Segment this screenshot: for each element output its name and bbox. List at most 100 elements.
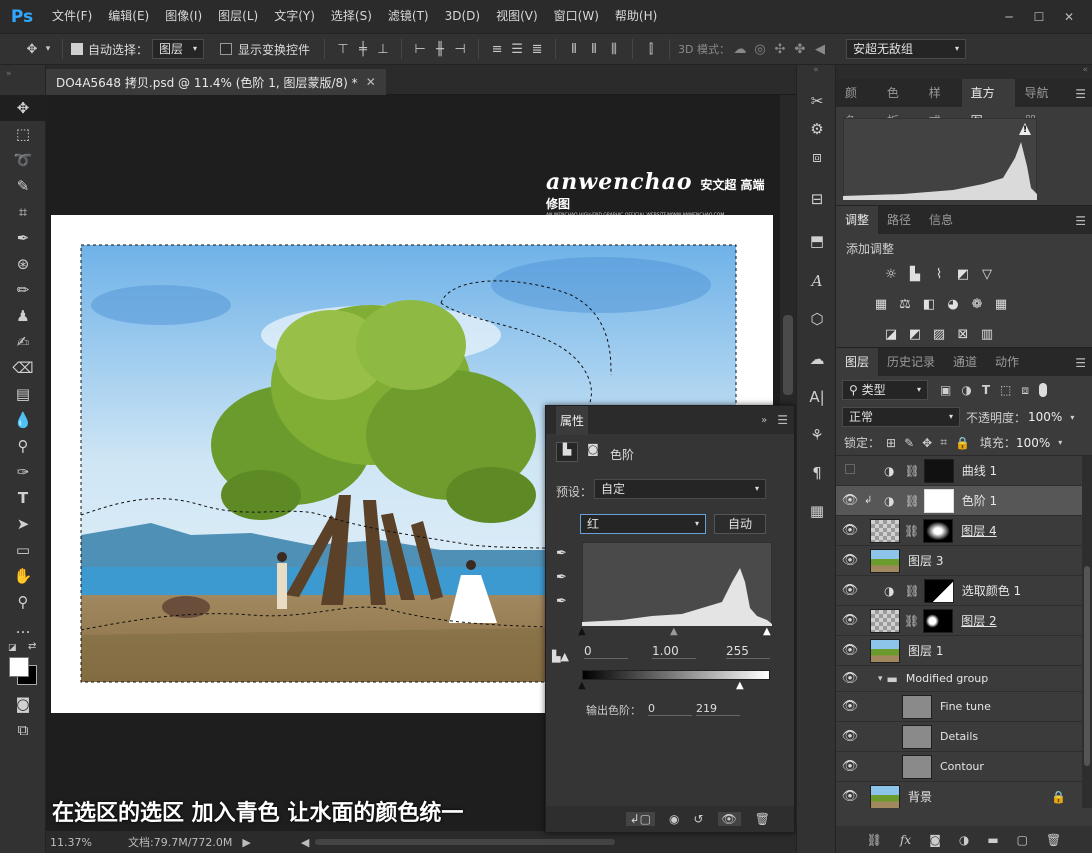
- layer-mask-thumb[interactable]: [923, 458, 954, 483]
- maximize-button[interactable]: ☐: [1024, 7, 1054, 27]
- new-adjustment-icon[interactable]: ◑: [959, 833, 969, 847]
- distribute-right-icon[interactable]: ⫼: [604, 39, 624, 59]
- 3d-icon[interactable]: ⬡: [797, 305, 837, 333]
- clone-stamp-tool-icon[interactable]: ♟: [0, 303, 46, 329]
- brush-settings-icon[interactable]: ⚙: [797, 115, 837, 143]
- link-layers-icon[interactable]: ⛓: [867, 833, 882, 847]
- align-bottom-icon[interactable]: ⊥: [373, 39, 393, 59]
- visibility-icon[interactable]: 👁: [836, 759, 864, 774]
- layer-row[interactable]: 👁 图层 3: [836, 546, 1092, 576]
- tab-actions[interactable]: 动作: [986, 348, 1028, 376]
- threshold-icon[interactable]: ▨: [928, 323, 950, 345]
- input-black-value[interactable]: 0: [584, 644, 628, 659]
- layer-mask-thumb[interactable]: [923, 608, 954, 633]
- align-vcenter-icon[interactable]: ╪: [353, 39, 373, 59]
- tab-history[interactable]: 历史记录: [878, 348, 944, 376]
- eraser-tool-icon[interactable]: ⌫: [0, 355, 46, 381]
- opacity-value[interactable]: 100%: [1028, 410, 1062, 424]
- quick-mask-icon[interactable]: ◙: [0, 691, 46, 717]
- menu-help[interactable]: 帮助(H): [607, 0, 665, 33]
- history-brush-tool-icon[interactable]: ✍: [0, 329, 46, 355]
- scroll-thumb[interactable]: [783, 315, 793, 395]
- black-white-icon[interactable]: ◧: [918, 293, 940, 315]
- layer-thumb[interactable]: [870, 608, 900, 633]
- align-hcenter-icon[interactable]: ╫: [430, 39, 450, 59]
- menu-file[interactable]: 文件(F): [44, 0, 100, 33]
- layer-row-selected[interactable]: 👁 ↲ ◑ ⛓ 色阶 1: [836, 486, 1092, 516]
- tool-presets-icon[interactable]: ⊟: [797, 185, 837, 213]
- glyphs-icon[interactable]: A: [797, 267, 837, 295]
- delete-layer-icon[interactable]: 🗑: [1046, 833, 1061, 847]
- collapse-panel-icon[interactable]: »: [761, 415, 767, 426]
- white-point-eyedropper-icon[interactable]: ✒: [556, 594, 567, 609]
- new-layer-icon[interactable]: ▢: [1017, 833, 1028, 847]
- menu-image[interactable]: 图像(I): [157, 0, 210, 33]
- visibility-icon[interactable]: 👁: [836, 729, 864, 744]
- layer-mask-thumb[interactable]: [923, 518, 954, 543]
- tab-paths[interactable]: 路径: [878, 206, 920, 234]
- horizontal-scrollbar[interactable]: [315, 839, 616, 845]
- posterize-icon[interactable]: ◩: [904, 323, 926, 345]
- output-white-value[interactable]: 219: [696, 702, 740, 716]
- crop-tool-icon[interactable]: ⌗: [0, 199, 46, 225]
- tab-navigator[interactable]: 导航器: [1015, 79, 1069, 128]
- visibility-icon[interactable]: 👁: [717, 812, 741, 826]
- gradient-tool-icon[interactable]: ▤: [0, 381, 46, 407]
- visibility-off-toggle[interactable]: [836, 463, 864, 478]
- fill-value[interactable]: 100%: [1016, 436, 1050, 450]
- color-lookup-icon[interactable]: ▦: [990, 293, 1012, 315]
- filter-shape-icon[interactable]: ⬚: [1000, 383, 1011, 397]
- output-black-slider[interactable]: ▲: [578, 680, 586, 691]
- visibility-icon[interactable]: 👁: [836, 643, 864, 658]
- default-colors-icon[interactable]: ◪: [8, 643, 17, 653]
- input-white-value[interactable]: 255: [726, 644, 770, 659]
- exposure-icon[interactable]: ◩: [952, 263, 974, 285]
- hand-tool-icon[interactable]: ✋: [0, 563, 46, 589]
- libraries-icon[interactable]: ⬒: [797, 227, 837, 255]
- filter-toggle[interactable]: [1039, 383, 1047, 397]
- blur-tool-icon[interactable]: 💧: [0, 407, 46, 433]
- layer-row[interactable]: 👁 ⛓ 图层 2: [836, 606, 1092, 636]
- 3d-roll-icon[interactable]: ◎: [750, 39, 770, 59]
- show-transform-checkbox[interactable]: [220, 43, 233, 55]
- lock-transparent-icon[interactable]: ⊞: [886, 436, 896, 450]
- foreground-color-swatch[interactable]: [9, 657, 29, 677]
- delete-icon[interactable]: 🗑: [755, 812, 770, 826]
- clip-to-layer-icon[interactable]: ↲▢: [625, 812, 655, 826]
- close-window-button[interactable]: ✕: [1054, 7, 1084, 27]
- character-icon[interactable]: A|: [797, 383, 837, 411]
- lock-position-icon[interactable]: ✥: [922, 436, 932, 450]
- menu-filter[interactable]: 滤镜(T): [380, 0, 437, 33]
- channel-dropdown[interactable]: 红 ▾: [580, 514, 706, 534]
- output-black-value[interactable]: 0: [648, 702, 692, 716]
- layer-thumb[interactable]: [870, 784, 900, 808]
- add-mask-icon[interactable]: ◙: [929, 833, 941, 847]
- black-point-eyedropper-icon[interactable]: ✒: [556, 546, 567, 561]
- visibility-icon[interactable]: 👁: [836, 583, 864, 598]
- layer-thumb[interactable]: [870, 518, 900, 543]
- layer-style-icon[interactable]: fx: [900, 833, 911, 847]
- layers-scroll-thumb[interactable]: [1084, 566, 1090, 766]
- color-balance-icon[interactable]: ⚖: [894, 293, 916, 315]
- clipping-warning-icon[interactable]: ▙▲: [552, 650, 569, 663]
- visibility-icon[interactable]: 👁: [836, 613, 864, 628]
- new-group-icon[interactable]: ▬: [987, 833, 998, 847]
- filter-pixel-icon[interactable]: ▣: [940, 383, 951, 397]
- visibility-icon[interactable]: 👁: [836, 699, 864, 714]
- input-white-slider[interactable]: ▲: [763, 626, 771, 637]
- layers-scrollbar[interactable]: [1082, 456, 1092, 808]
- lasso-tool-icon[interactable]: ➰: [0, 147, 46, 173]
- menu-type[interactable]: 文字(Y): [266, 0, 323, 33]
- gray-point-eyedropper-icon[interactable]: ✒: [556, 570, 567, 585]
- layer-thumb[interactable]: [870, 548, 900, 573]
- photo-filter-icon[interactable]: ◕: [942, 293, 964, 315]
- menu-3d[interactable]: 3D(D): [437, 0, 488, 33]
- histogram-panel-menu-icon[interactable]: ☰: [1069, 87, 1092, 107]
- more-tools-icon[interactable]: …: [0, 615, 46, 641]
- move-tool-icon[interactable]: ✥: [0, 95, 46, 121]
- eyedropper-tool-icon[interactable]: ✒: [0, 225, 46, 251]
- swap-colors-icon[interactable]: ⇄: [28, 641, 36, 652]
- opacity-chevron-icon[interactable]: ▾: [1070, 413, 1074, 422]
- timeline-icon[interactable]: ▦: [797, 497, 837, 525]
- filter-smart-icon[interactable]: ⧈: [1021, 383, 1029, 398]
